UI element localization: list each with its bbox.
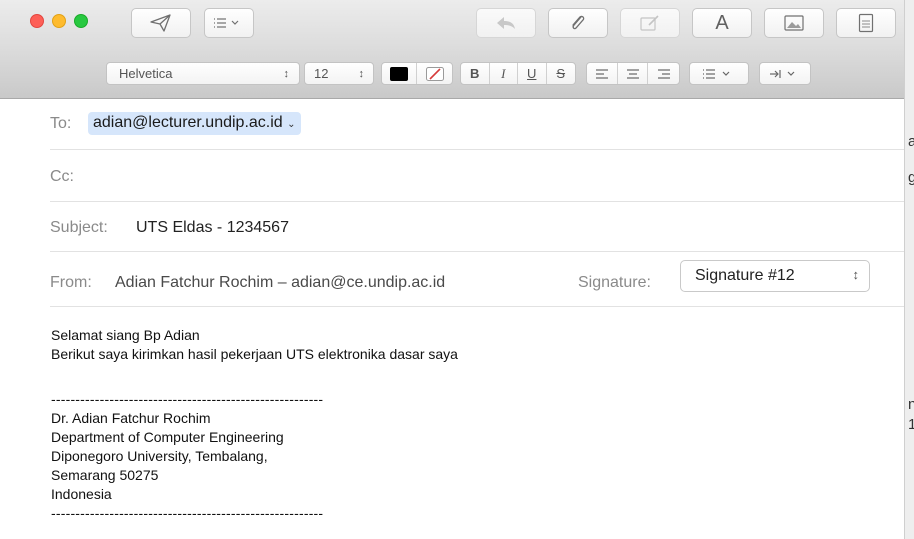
- edge-char: 1: [908, 416, 914, 433]
- updown-chevron-icon: ↕: [283, 67, 290, 80]
- font-family-select[interactable]: Helvetica ↕: [106, 62, 300, 85]
- cc-label: Cc:: [50, 168, 74, 185]
- italic-button[interactable]: I: [490, 63, 518, 84]
- indent-menu-button[interactable]: [759, 62, 811, 85]
- reply-button[interactable]: [476, 8, 536, 38]
- format-bar: Helvetica ↕ 12 ↕ B I U S: [0, 48, 904, 99]
- subject-value: UTS Eldas - 1234567: [136, 219, 289, 236]
- recipient-token[interactable]: adian@lecturer.undip.ac.id ⌄: [88, 112, 301, 135]
- from-value[interactable]: Adian Fatchur Rochim – adian@ce.undip.ac…: [115, 274, 445, 292]
- signature-university: Diponegoro University, Tembalang,: [51, 448, 268, 464]
- minimize-window-button[interactable]: [52, 14, 66, 28]
- signature-select[interactable]: Signature #12 ↕: [680, 260, 870, 292]
- font-size-value: 12: [314, 66, 329, 81]
- attach-button[interactable]: [548, 8, 608, 38]
- align-left-button[interactable]: [587, 63, 618, 84]
- text-color-swatch: [390, 66, 408, 81]
- markup-button[interactable]: [620, 8, 680, 38]
- style-group: B I U S: [460, 62, 576, 85]
- photo-browser-icon: [784, 15, 804, 31]
- cc-row[interactable]: Cc:: [50, 150, 904, 202]
- color-group: [381, 62, 453, 85]
- signature-name: Dr. Adian Fatchur Rochim: [51, 410, 211, 426]
- bulleted-list-icon: [703, 68, 730, 79]
- to-label: To:: [50, 115, 72, 132]
- align-right-icon: [657, 68, 670, 79]
- subject-label: Subject:: [50, 219, 108, 236]
- from-label: From:: [50, 274, 92, 291]
- strikethrough-button[interactable]: S: [547, 63, 575, 84]
- reply-arrow-icon: [497, 17, 515, 29]
- signature-separator-bottom: ----------------------------------------…: [51, 505, 324, 521]
- no-color-icon: [425, 66, 444, 81]
- fonts-button[interactable]: A: [692, 8, 752, 38]
- background-window-edge: a g n 1: [904, 0, 914, 539]
- paperclip-icon: [572, 15, 585, 30]
- signature-value: Signature #12: [695, 267, 795, 284]
- list-options-icon: [214, 18, 239, 28]
- chevron-down-icon: ⌄: [287, 119, 296, 130]
- to-row: To: adian@lecturer.undip.ac.id ⌄: [50, 99, 904, 150]
- stationery-icon: [858, 13, 874, 33]
- indent-icon: [770, 69, 795, 78]
- signature-label: Signature:: [578, 274, 651, 291]
- zoom-window-button[interactable]: [74, 14, 88, 28]
- signature-separator-top: ----------------------------------------…: [51, 391, 324, 407]
- window-toolbar: A: [0, 0, 904, 48]
- underline-button[interactable]: U: [518, 63, 547, 84]
- edge-char: a: [908, 133, 914, 150]
- updown-chevron-icon: ↕: [358, 67, 365, 80]
- align-group: [586, 62, 680, 85]
- align-left-icon: [595, 68, 608, 79]
- bold-button[interactable]: B: [461, 63, 490, 84]
- subject-row[interactable]: Subject: UTS Eldas - 1234567: [50, 202, 904, 252]
- align-right-button[interactable]: [648, 63, 679, 84]
- font-family-value: Helvetica: [119, 66, 173, 81]
- text-color-button[interactable]: [382, 63, 418, 84]
- close-window-button[interactable]: [30, 14, 44, 28]
- signature-country: Indonesia: [51, 486, 112, 502]
- align-center-icon: [626, 68, 639, 79]
- from-row: From: Adian Fatchur Rochim – adian@ce.un…: [50, 252, 904, 307]
- message-line-greeting: Selamat siang Bp Adian: [51, 327, 200, 343]
- edge-char: g: [908, 169, 914, 186]
- align-center-button[interactable]: [618, 63, 649, 84]
- recipient-address: adian@lecturer.undip.ac.id: [93, 114, 283, 131]
- updown-chevron-icon: ↕: [852, 267, 860, 282]
- paper-plane-icon: [150, 14, 171, 32]
- markup-icon: [640, 15, 659, 31]
- send-button[interactable]: [131, 8, 191, 38]
- signature-department: Department of Computer Engineering: [51, 429, 284, 445]
- signature-city: Semarang 50275: [51, 467, 159, 483]
- header-fields-button[interactable]: [204, 8, 254, 38]
- font-size-select[interactable]: 12 ↕: [304, 62, 374, 85]
- photo-browser-button[interactable]: [764, 8, 824, 38]
- edge-char: n: [908, 396, 914, 413]
- background-color-button[interactable]: [417, 63, 452, 84]
- stationery-button[interactable]: [836, 8, 896, 38]
- list-menu-button[interactable]: [689, 62, 749, 85]
- message-line-content: Berikut saya kirimkan hasil pekerjaan UT…: [51, 346, 458, 362]
